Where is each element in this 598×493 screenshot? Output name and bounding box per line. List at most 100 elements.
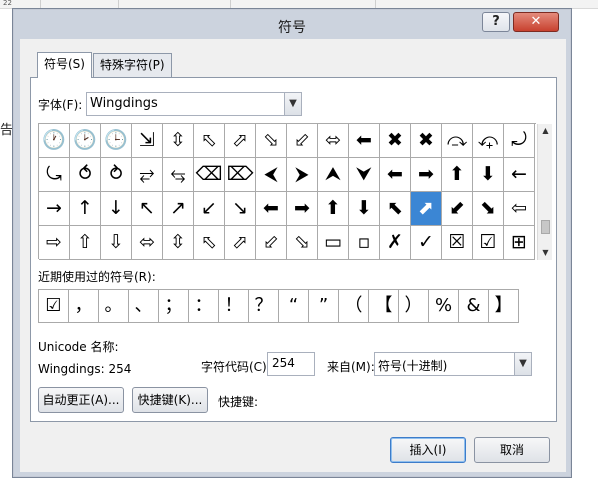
symbol-cell[interactable]: ⤽ [473,124,504,158]
recent-symbol-cell[interactable]: 、 [129,290,159,323]
symbol-cell[interactable]: ⬃ [287,124,318,158]
symbol-cell[interactable]: 🕐 [39,124,70,158]
symbol-grid[interactable]: ▲ ▼ 🕐 🕑 🕒 ⇲ ⇳ ⬁ ⬀ ⬂ ⬃ ⬄ ⬅ ✖ ✖ ⤼ ⤽ ⤾ ⤿ ⥀ ⥁ ⥂ ⥃ ⌫ ⌦ ⮜ ⮞ ⮝ ⮟ ⬅ ➡ ⬆ ⬇ ← → ↑ ↓ ↖… [38,123,552,260]
recent-symbol-cell[interactable]: “ [279,290,309,323]
symbol-cell[interactable]: ⇦ [504,192,535,226]
recent-symbol-cell[interactable]: 】 [489,290,519,323]
recent-symbol-cell[interactable]: ” [309,290,339,323]
symbol-cell[interactable]: ↗ [163,192,194,226]
recent-symbols-grid[interactable]: ☑，。、；：！？ “” （【）% &】 [38,289,519,323]
help-button[interactable]: ? [482,12,510,32]
symbol-cell[interactable]: 🕑 [70,124,101,158]
scroll-down-icon[interactable]: ▼ [538,246,553,260]
symbol-cell[interactable]: ↖ [132,192,163,226]
symbol-cell[interactable]: ⬁ [194,226,225,260]
symbol-cell[interactable]: ⤼ [442,124,473,158]
symbol-cell[interactable]: ✓ [411,226,442,260]
recent-symbol-cell[interactable]: 【 [369,290,399,323]
symbol-cell[interactable]: ➡ [287,192,318,226]
insert-button[interactable]: 插入(I) [390,437,466,463]
symbol-cell[interactable]: ⤿ [39,158,70,192]
symbol-cell[interactable]: ⇩ [101,226,132,260]
symbol-cell[interactable]: ⇳ [163,226,194,260]
symbol-cell[interactable]: 🕒 [101,124,132,158]
symbol-cell[interactable]: ⬅ [256,192,287,226]
symbol-cell[interactable]: ⬅ [349,124,380,158]
symbol-cell[interactable]: ☒ [442,226,473,260]
recent-symbol-cell[interactable]: ☑ [39,290,69,323]
symbol-cell[interactable]: ↑ [70,192,101,226]
symbol-cell[interactable]: ⬂ [287,226,318,260]
symbol-cell[interactable]: ⬅ [380,158,411,192]
recent-symbol-cell[interactable]: （ [339,290,369,323]
symbol-cell[interactable]: ↙ [194,192,225,226]
shortcut-key-button[interactable]: 快捷键(K)... [132,387,208,413]
recent-symbol-cell[interactable]: ， [69,290,99,323]
symbol-cell[interactable]: ↓ [101,192,132,226]
symbol-cell[interactable]: ✗ [380,226,411,260]
symbol-cell[interactable]: ⇧ [70,226,101,260]
recent-symbol-cell[interactable]: ） [399,290,429,323]
symbol-cell[interactable]: ⥁ [101,158,132,192]
chevron-down-icon[interactable]: ▼ [514,353,531,375]
autocorrect-button[interactable]: 自动更正(A)... [38,387,124,413]
symbol-cell[interactable]: ⬆ [318,192,349,226]
recent-symbol-cell[interactable]: ； [159,290,189,323]
from-select[interactable]: 符号(十进制) ▼ [374,352,532,376]
symbol-cell[interactable]: ✖ [411,124,442,158]
scroll-thumb[interactable] [541,220,550,234]
symbol-cell[interactable]: ⬂ [256,124,287,158]
grid-scrollbar[interactable]: ▲ ▼ [537,124,552,260]
symbol-cell[interactable]: ⬄ [318,124,349,158]
symbol-cell[interactable]: ← [504,158,535,192]
symbol-cell[interactable]: ⥀ [70,158,101,192]
symbol-cell[interactable]: ⬄ [132,226,163,260]
symbol-cell[interactable]: ⤾ [504,124,535,158]
symbol-cell[interactable]: ✖ [380,124,411,158]
dialog-titlebar[interactable]: 符号 ? ✕ [13,9,571,39]
recent-symbol-cell[interactable]: % [429,290,459,323]
recent-symbol-cell[interactable]: ： [189,290,219,323]
symbol-cell[interactable]: ▭ [318,226,349,260]
symbol-cell[interactable]: ⬀ [225,226,256,260]
tab-special-characters[interactable]: 特殊字符(P) [93,53,172,77]
symbol-cell[interactable]: ⬃ [256,226,287,260]
symbol-cell[interactable]: ⬁ [194,124,225,158]
recent-symbol-cell[interactable]: & [459,290,489,323]
symbol-cell[interactable]: ⬇ [349,192,380,226]
recent-symbol-cell[interactable]: 。 [99,290,129,323]
symbol-cell[interactable]: ⮝ [318,158,349,192]
symbol-cell[interactable]: ⊞ [504,226,535,260]
tab-symbols[interactable]: 符号(S) [37,52,92,78]
scroll-up-icon[interactable]: ▲ [538,124,553,138]
char-code-input[interactable]: 254 [267,352,315,376]
symbol-cell[interactable]: ⮜ [256,158,287,192]
symbol-cell[interactable]: ⥂ [132,158,163,192]
symbol-cell[interactable]: ⌫ [194,158,225,192]
symbol-cell[interactable]: ⇨ [39,226,70,260]
symbol-cell[interactable]: ⇳ [163,124,194,158]
symbol-cell[interactable]: ⮞ [287,158,318,192]
symbol-cell[interactable]: → [39,192,70,226]
font-select[interactable]: Wingdings ▼ [86,92,302,116]
symbol-cell[interactable]: ⮟ [349,158,380,192]
symbol-cell[interactable]: ↘ [225,192,256,226]
symbol-cell[interactable]: ⬀ [225,124,256,158]
recent-symbol-cell[interactable]: ！ [219,290,249,323]
symbol-cell[interactable]: ☑ [473,226,504,260]
cancel-button[interactable]: 取消 [474,437,550,463]
symbol-cell[interactable]: ⥃ [163,158,194,192]
symbol-cell[interactable]: ⬉ [380,192,411,226]
symbol-cell[interactable]: ⬆ [442,158,473,192]
symbol-cell[interactable]: ▫ [349,226,380,260]
close-button[interactable]: ✕ [513,12,559,32]
recent-symbol-cell[interactable]: ？ [249,290,279,323]
symbol-cell[interactable]: ⬋ [442,192,473,226]
symbol-cell[interactable]: ⇲ [132,124,163,158]
symbol-cell[interactable]: ⬈ [411,192,442,226]
symbol-cell[interactable]: ⌦ [225,158,256,192]
symbol-cell[interactable]: ➡ [411,158,442,192]
chevron-down-icon[interactable]: ▼ [284,93,301,115]
symbol-cell[interactable]: ⬇ [473,158,504,192]
symbol-cell[interactable]: ⬊ [473,192,504,226]
